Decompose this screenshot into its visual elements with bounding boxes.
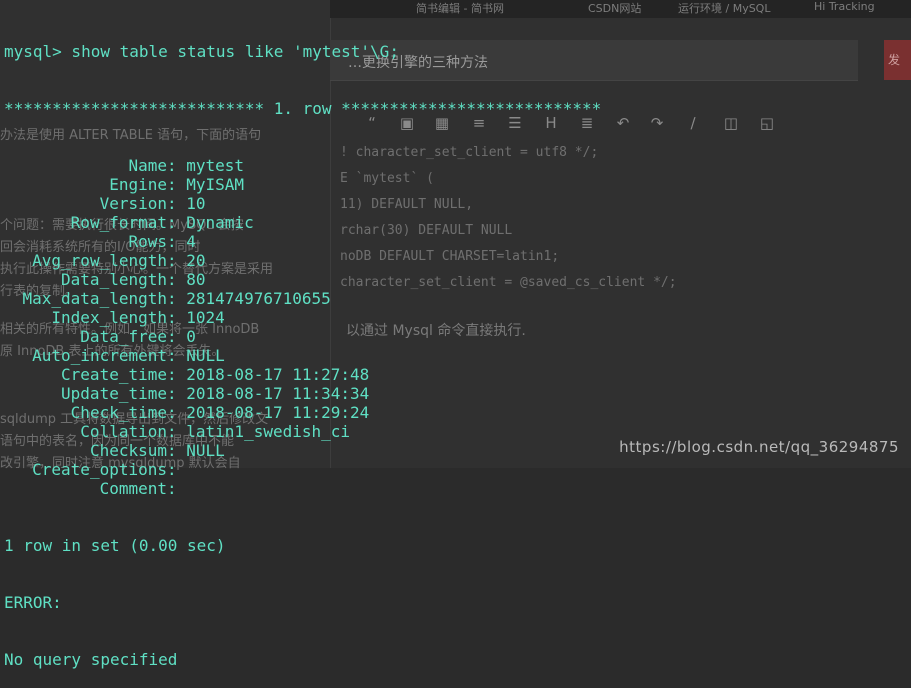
field-label: Checksum	[89, 441, 167, 460]
status-field-row: Engine: MyISAM	[4, 175, 601, 194]
status-field-row: Data_length: 80	[4, 270, 601, 289]
field-label: Data_free	[80, 327, 167, 346]
status-field-row: Auto_increment: NULL	[4, 346, 601, 365]
field-separator: :	[167, 289, 187, 308]
field-separator: :	[167, 308, 187, 327]
status-field-row: Update_time: 2018-08-17 11:34:34	[4, 384, 601, 403]
field-value: 1024	[186, 308, 225, 327]
status-field-row: Max_data_length: 281474976710655	[4, 289, 601, 308]
field-separator: :	[167, 156, 187, 175]
field-separator: :	[167, 327, 187, 346]
field-value: NULL	[186, 346, 225, 365]
status-field-row: Create_options:	[4, 460, 601, 479]
status-fields: Name: mytest Engine: MyISAM Version: 10 Row…	[4, 156, 601, 498]
field-separator: :	[167, 175, 187, 194]
watermark: https://blog.csdn.net/qq_36294875	[619, 438, 899, 456]
status-field-row: Check_time: 2018-08-17 11:29:24	[4, 403, 601, 422]
field-separator: :	[167, 403, 187, 422]
fullscreen-icon[interactable]: ◱	[756, 112, 778, 134]
field-separator: :	[167, 232, 187, 251]
field-separator: :	[167, 346, 187, 365]
error-message: No query specified	[4, 650, 178, 669]
status-field-row: Index_length: 1024	[4, 308, 601, 327]
status-field-row: Version: 10	[4, 194, 601, 213]
field-label: Auto_increment	[32, 346, 167, 365]
field-separator: :	[167, 194, 187, 213]
field-value: Dynamic	[186, 213, 254, 232]
row-header: *************************** 1. row *****…	[4, 99, 602, 118]
field-value: 2018-08-17 11:34:34	[186, 384, 370, 403]
field-value: latin1_swedish_ci	[186, 422, 351, 441]
field-value: 2018-08-17 11:29:24	[186, 403, 370, 422]
publish-button[interactable]: 发	[884, 40, 911, 80]
status-field-row: Row_format: Dynamic	[4, 213, 601, 232]
field-value: 4	[186, 232, 196, 251]
field-label: Update_time	[61, 384, 167, 403]
status-field-row: Comment:	[4, 479, 601, 498]
field-separator: :	[167, 251, 187, 270]
field-value: 2018-08-17 11:27:48	[186, 365, 370, 384]
command-line: mysql> show table status like 'mytest'\G…	[4, 42, 399, 61]
field-value: 20	[186, 251, 206, 270]
field-separator: :	[167, 213, 187, 232]
field-label: Name	[128, 156, 167, 175]
field-value: MyISAM	[186, 175, 245, 194]
terminal-output: mysql> show table status like 'mytest'\G…	[4, 4, 601, 688]
pen-icon[interactable]: ∕	[682, 112, 704, 134]
field-separator: :	[167, 384, 187, 403]
field-separator: :	[167, 365, 187, 384]
field-separator: :	[167, 422, 187, 441]
field-separator: :	[167, 479, 187, 498]
field-separator: :	[167, 441, 187, 460]
field-value: mytest	[186, 156, 245, 175]
field-separator: :	[167, 460, 187, 479]
field-value: 0	[186, 327, 196, 346]
field-label: Max_data_length	[22, 289, 168, 308]
field-value: 10	[186, 194, 206, 213]
status-field-row: Name: mytest	[4, 156, 601, 175]
redo-icon[interactable]: ↷	[646, 112, 668, 134]
error-label: ERROR:	[4, 593, 62, 612]
field-label: Index_length	[51, 308, 167, 327]
field-label: Engine	[109, 175, 167, 194]
field-label: Create_options	[32, 460, 167, 479]
field-label: Rows	[128, 232, 167, 251]
status-field-row: Data_free: 0	[4, 327, 601, 346]
browser-tab[interactable]: Hi Tracking	[814, 0, 875, 18]
field-label: Version	[99, 194, 167, 213]
field-label: Check_time	[70, 403, 167, 422]
field-value: 80	[186, 270, 206, 289]
field-value: NULL	[186, 441, 225, 460]
field-separator: :	[167, 270, 187, 289]
status-field-row: Collation: latin1_swedish_ci	[4, 422, 601, 441]
field-label: Avg_row_length	[32, 251, 167, 270]
trash-icon[interactable]: ◫	[720, 112, 742, 134]
status-field-row: Checksum: NULL	[4, 441, 601, 460]
status-field-row: Create_time: 2018-08-17 11:27:48	[4, 365, 601, 384]
field-label: Comment	[99, 479, 167, 498]
field-label: Create_time	[61, 365, 167, 384]
field-label: Row_format	[70, 213, 167, 232]
status-field-row: Avg_row_length: 20	[4, 251, 601, 270]
status-field-row: Rows: 4	[4, 232, 601, 251]
field-label: Collation	[80, 422, 167, 441]
undo-icon[interactable]: ↶	[612, 112, 634, 134]
browser-tab[interactable]: 运行环境 / MySQL	[678, 0, 770, 18]
field-label: Data_length	[61, 270, 167, 289]
field-value: 281474976710655	[186, 289, 331, 308]
result-summary: 1 row in set (0.00 sec)	[4, 536, 226, 555]
